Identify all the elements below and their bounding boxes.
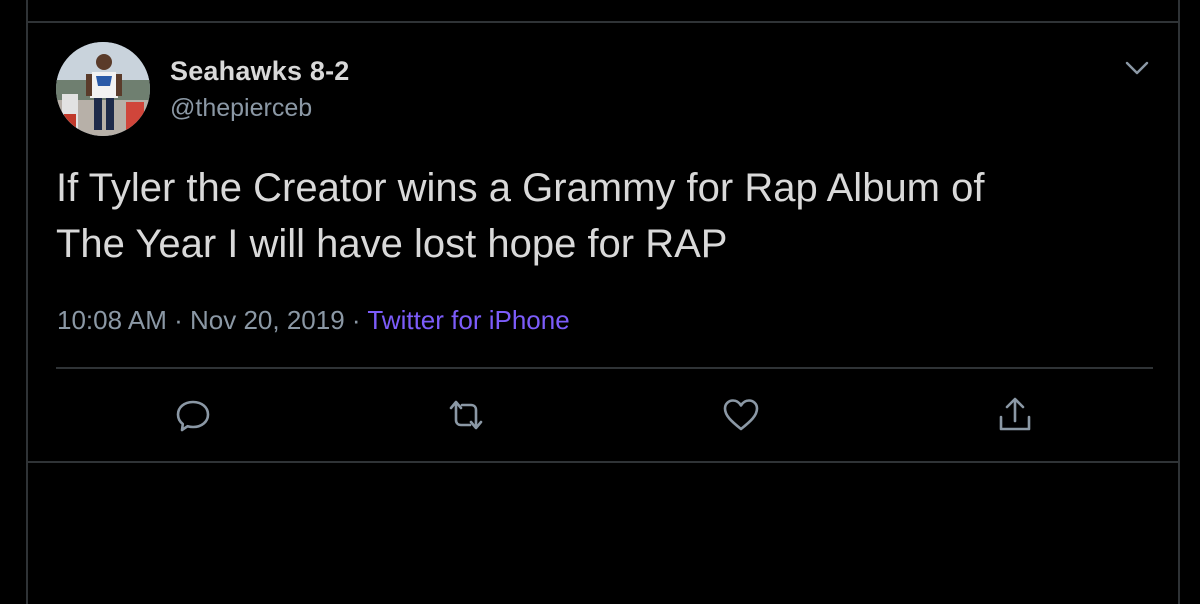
actions-divider: [56, 367, 1153, 369]
heart-icon: [721, 396, 761, 434]
retweet-icon: [445, 396, 487, 434]
tweet-source-link[interactable]: Twitter for iPhone: [367, 305, 569, 335]
meta-separator: ·: [174, 305, 183, 335]
tweet-time[interactable]: 10:08 AM: [57, 305, 167, 335]
share-icon: [996, 395, 1034, 435]
reply-button[interactable]: [173, 395, 213, 435]
tweet-container: [26, 0, 1180, 604]
like-button[interactable]: [721, 395, 761, 435]
display-name[interactable]: Seahawks 8-2: [170, 56, 350, 87]
avatar[interactable]: [56, 42, 150, 136]
top-divider: [26, 21, 1180, 23]
reply-icon: [174, 396, 212, 434]
avatar-image: [56, 42, 150, 136]
tweet-date[interactable]: Nov 20, 2019: [190, 305, 345, 335]
user-handle[interactable]: @thepierceb: [170, 94, 312, 123]
tweet-text: If Tyler the Creator wins a Grammy for R…: [56, 166, 985, 266]
bottom-divider: [26, 461, 1180, 463]
meta-separator: ·: [351, 305, 361, 335]
chevron-down-icon[interactable]: [1122, 56, 1152, 80]
share-button[interactable]: [995, 395, 1035, 435]
retweet-button[interactable]: [446, 395, 486, 435]
tweet-meta: 10:08 AM · Nov 20, 2019 · Twitter for iP…: [57, 305, 570, 336]
